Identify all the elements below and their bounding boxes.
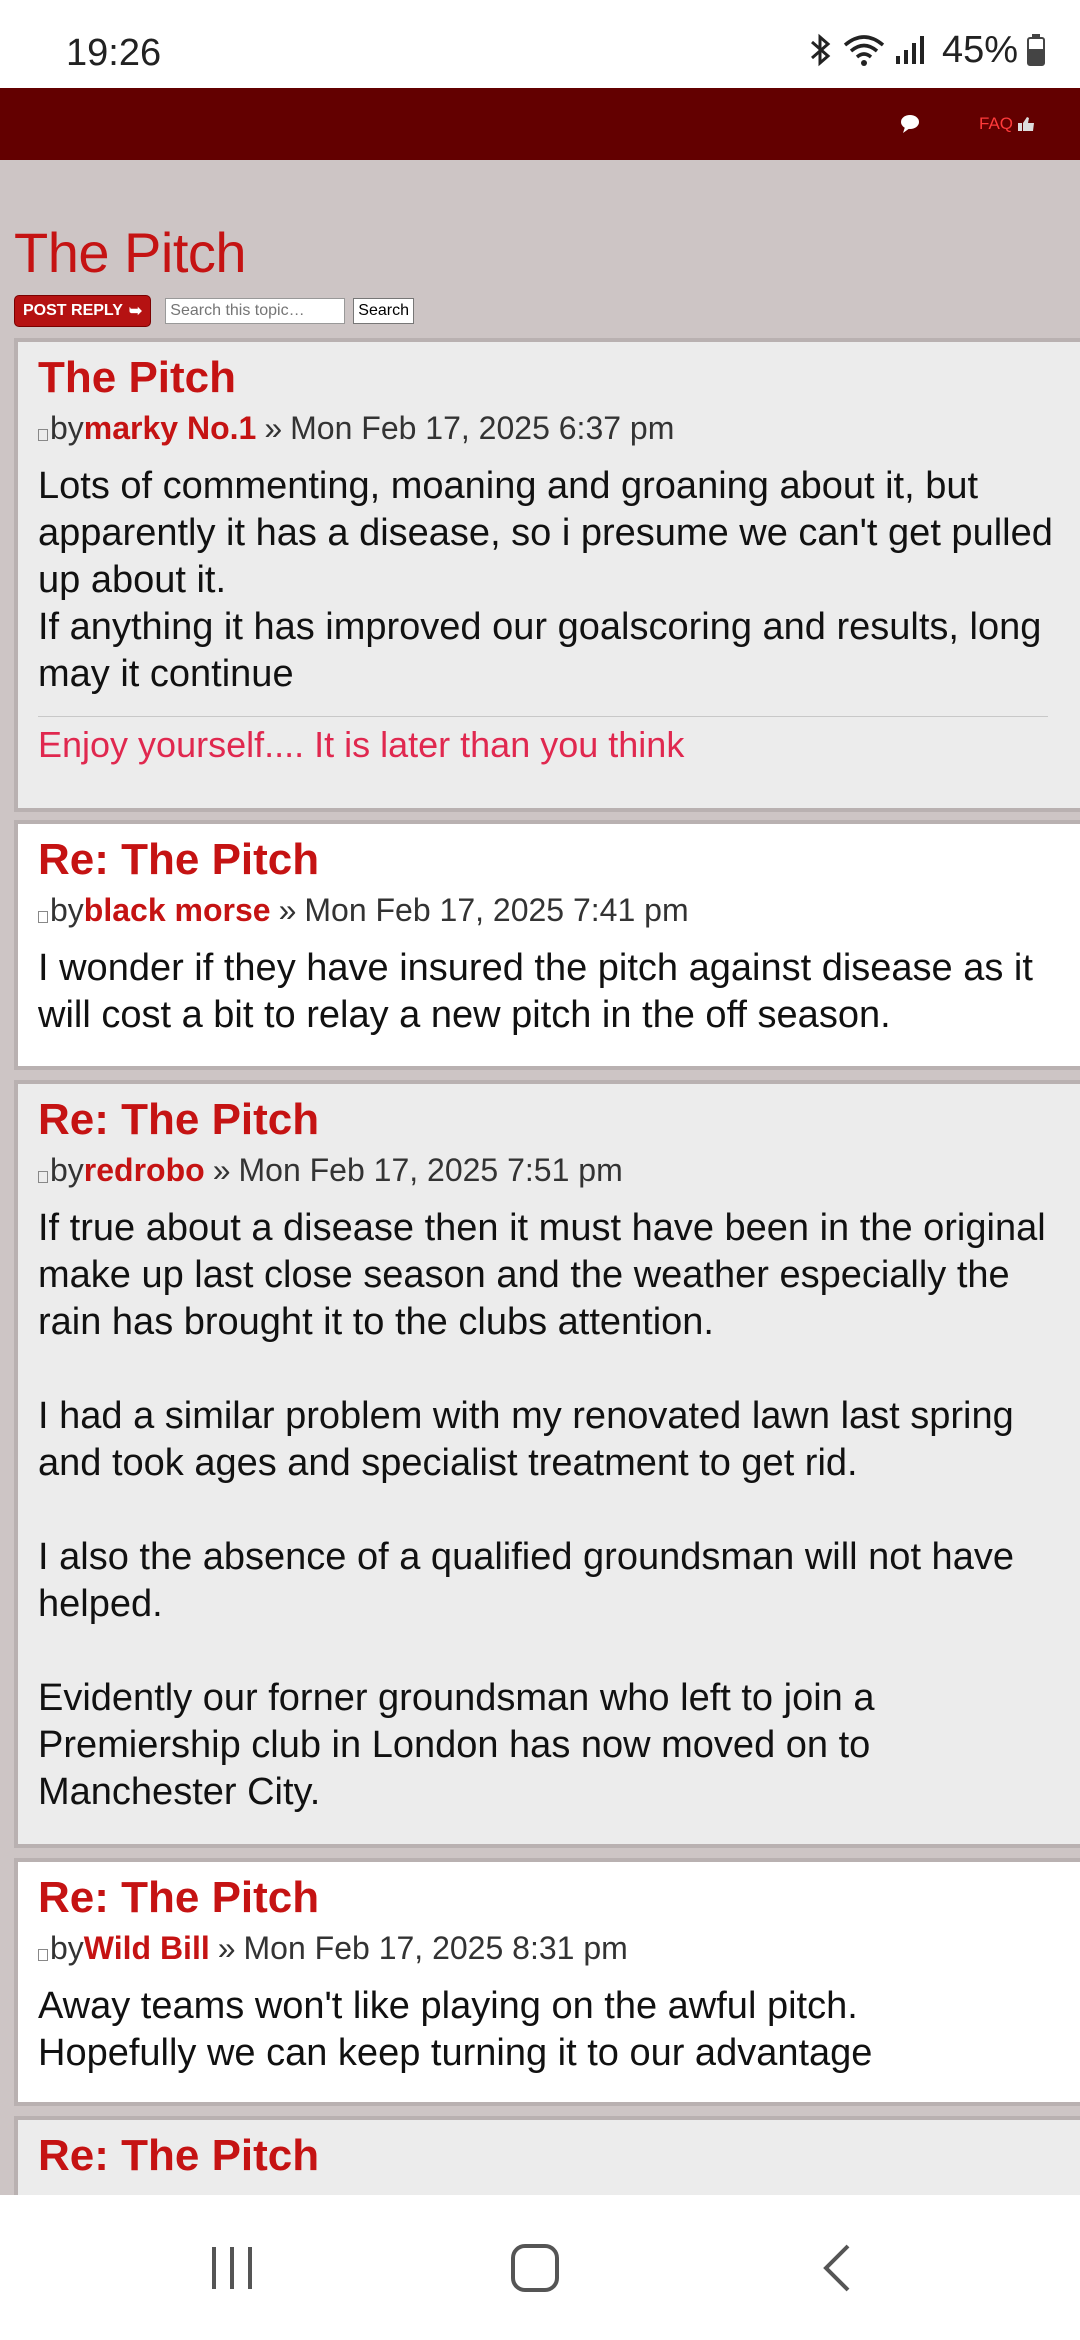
post-title[interactable]: The Pitch <box>38 352 1074 404</box>
search-button[interactable]: Search <box>353 298 414 324</box>
forum-header: FAQ <box>0 88 1080 160</box>
thumbs-up-icon <box>1018 117 1035 131</box>
battery-percent: 45% <box>941 28 1018 71</box>
topic-actions: POST REPLY ➥ Search <box>14 294 414 328</box>
post-title[interactable]: Re: The Pitch <box>38 834 1074 886</box>
post-separator: » <box>278 892 297 928</box>
post-date: Mon Feb 17, 2025 8:31 pm <box>243 1930 628 1966</box>
post-text: If true about a disease then it must hav… <box>38 1207 1046 1343</box>
post-icon[interactable] <box>38 1170 48 1183</box>
post-meta: by Wild Bill » Mon Feb 17, 2025 8:31 pm <box>38 1930 1074 1967</box>
page-body: The Pitch POST REPLY ➥ Search The Pitch … <box>0 160 1080 2195</box>
post-separator: » <box>212 1152 231 1188</box>
post: Re: The Pitch <box>14 2116 1080 2195</box>
post-content: Lots of commenting, moaning and groaning… <box>38 463 1058 698</box>
chat-bubble-icon[interactable] <box>898 112 922 136</box>
post-author[interactable]: redrobo <box>84 1152 205 1189</box>
post-meta: by marky No.1 » Mon Feb 17, 2025 6:37 pm <box>38 410 1074 447</box>
post-meta: by redrobo » Mon Feb 17, 2025 7:51 pm <box>38 1152 1074 1189</box>
reply-arrow-icon: ➥ <box>128 303 143 320</box>
post-title[interactable]: Re: The Pitch <box>38 1094 1074 1146</box>
post-text: I also the absence of a qualified ground… <box>38 1536 1014 1625</box>
wifi-icon <box>843 35 885 66</box>
post-icon[interactable] <box>38 428 48 441</box>
post-text: Lots of commenting, moaning and groaning… <box>38 465 1053 601</box>
post-text: If anything it has improved our goalscor… <box>38 606 1042 695</box>
post: Re: The Pitch by redrobo » Mon Feb 17, 2… <box>14 1080 1080 1848</box>
back-icon[interactable] <box>818 2243 858 2293</box>
battery-icon <box>1027 34 1045 66</box>
post-author[interactable]: Wild Bill <box>84 1930 210 1967</box>
post-text: Evidently our forner groundsman who left… <box>38 1677 875 1813</box>
post-icon[interactable] <box>38 1948 48 1961</box>
post-by-label: by <box>50 1930 84 1966</box>
recents-icon[interactable] <box>208 2243 258 2293</box>
post-signature: Enjoy yourself.... It is later than you … <box>38 716 1048 767</box>
home-icon[interactable] <box>510 2243 560 2293</box>
status-time: 19:26 <box>66 32 162 74</box>
post-author[interactable]: black morse <box>84 892 271 929</box>
post-reply-label: POST REPLY <box>23 302 123 319</box>
faq-label: FAQ <box>979 114 1014 133</box>
post: Re: The Pitch by Wild Bill » Mon Feb 17,… <box>14 1858 1080 2106</box>
status-bar: 19:26 45% <box>0 0 1080 88</box>
post-by-label: by <box>50 410 84 446</box>
post-text: I wonder if they have insured the pitch … <box>38 947 1033 1036</box>
post-text: Hopefully we can keep turning it to our … <box>38 2032 873 2074</box>
post: Re: The Pitch by black morse » Mon Feb 1… <box>14 820 1080 1070</box>
post-title[interactable]: Re: The Pitch <box>38 2130 1074 2182</box>
post-content: If true about a disease then it must hav… <box>38 1205 1058 1816</box>
topic-title[interactable]: The Pitch <box>14 220 247 285</box>
post-separator: » <box>264 410 283 446</box>
bluetooth-icon <box>810 33 831 67</box>
post-text: I had a similar problem with my renovate… <box>38 1395 1014 1484</box>
post-content: I wonder if they have insured the pitch … <box>38 945 1058 1039</box>
post-content: Away teams won't like playing on the awf… <box>38 1983 1058 2077</box>
post-reply-button[interactable]: POST REPLY ➥ <box>14 295 152 327</box>
post-author[interactable]: marky No.1 <box>84 410 257 447</box>
post-by-label: by <box>50 892 84 928</box>
faq-link[interactable]: FAQ <box>979 114 1035 134</box>
signal-icon <box>895 36 924 64</box>
post-meta: by black morse » Mon Feb 17, 2025 7:41 p… <box>38 892 1074 929</box>
status-icons: 45% <box>808 28 1046 71</box>
post-separator: » <box>217 1930 236 1966</box>
post: The Pitch by marky No.1 » Mon Feb 17, 20… <box>14 338 1080 812</box>
post-date: Mon Feb 17, 2025 7:41 pm <box>304 892 689 928</box>
post-icon[interactable] <box>38 910 48 923</box>
post-date: Mon Feb 17, 2025 7:51 pm <box>238 1152 623 1188</box>
search-topic-input[interactable] <box>165 298 346 324</box>
navigation-bar <box>0 2195 1080 2340</box>
post-title[interactable]: Re: The Pitch <box>38 1872 1074 1924</box>
post-text: Away teams won't like playing on the awf… <box>38 1985 858 2027</box>
post-by-label: by <box>50 1152 84 1188</box>
post-date: Mon Feb 17, 2025 6:37 pm <box>290 410 675 446</box>
